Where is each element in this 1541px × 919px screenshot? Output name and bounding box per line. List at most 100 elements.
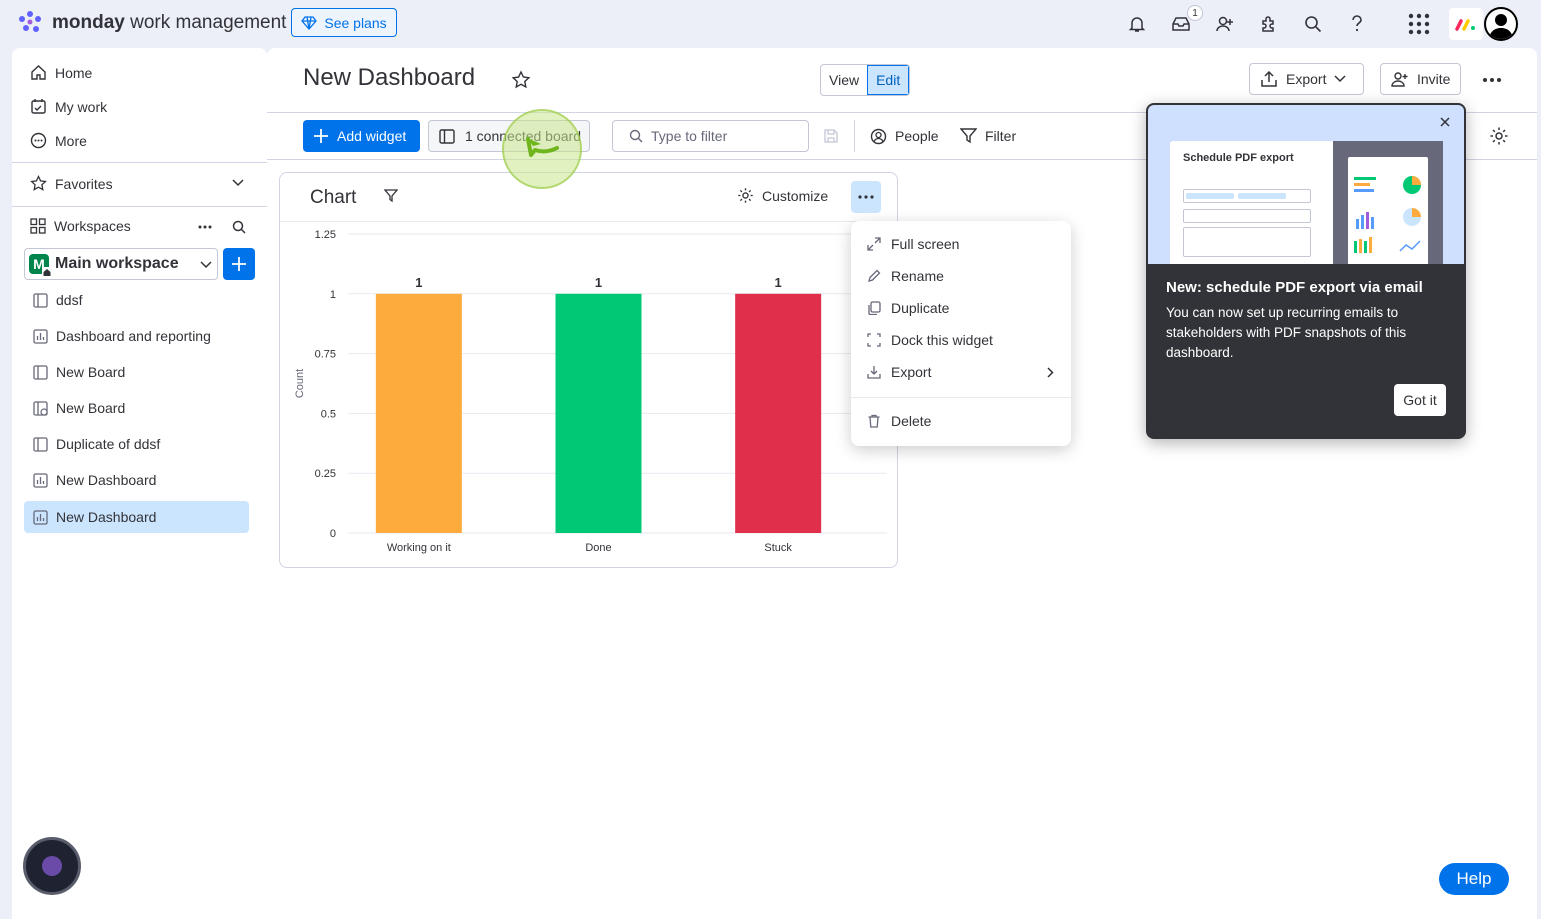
- sidebar-item-new-dashboard[interactable]: New Dashboard: [24, 464, 249, 496]
- ai-assistant-button[interactable]: [23, 837, 81, 895]
- filter-search-input[interactable]: Type to filter: [612, 120, 809, 152]
- duplicate-icon: [868, 301, 881, 315]
- y-tick-label: 0.25: [315, 468, 336, 480]
- more-dots-icon: [858, 195, 874, 199]
- bar: [375, 293, 462, 533]
- sidebar-item-new-board-2[interactable]: New Board: [24, 392, 249, 424]
- workspaces-label: Workspaces: [54, 218, 131, 234]
- menu-item-export[interactable]: Export: [867, 356, 1057, 388]
- download-icon: [867, 366, 881, 379]
- filter-button[interactable]: Filter: [960, 120, 1016, 152]
- menu-item-label: Rename: [891, 268, 944, 284]
- search-icon[interactable]: [1300, 11, 1326, 37]
- upload-icon: [1261, 71, 1277, 87]
- user-avatar[interactable]: [1484, 7, 1518, 41]
- help-button[interactable]: Help: [1439, 863, 1509, 895]
- connected-boards-button[interactable]: 1 connected board: [428, 120, 590, 152]
- menu-item-rename[interactable]: Rename: [867, 260, 944, 292]
- filter-funnel-icon: [960, 128, 977, 144]
- workspaces-more-icon[interactable]: [198, 225, 212, 229]
- menu-item-full-screen[interactable]: Full screen: [867, 228, 959, 260]
- widget-menu-button[interactable]: [851, 181, 881, 213]
- add-workspace-item-button[interactable]: [223, 248, 255, 280]
- mini-charts-icon: [1354, 176, 1421, 253]
- add-widget-button[interactable]: Add widget: [303, 120, 420, 152]
- customize-label: Customize: [762, 187, 829, 204]
- save-filter-icon[interactable]: [823, 128, 839, 144]
- menu-item-label: Dock this widget: [891, 332, 993, 348]
- nav-more-label: More: [55, 132, 87, 149]
- chart-widget: Chart Customize 0 0.25 0.5 0.75 1 1.25 Count 1 W…: [279, 172, 898, 568]
- board-icon: [439, 128, 455, 144]
- bar: [735, 293, 822, 533]
- export-button[interactable]: Export: [1249, 63, 1364, 95]
- more-options-icon[interactable]: [1482, 68, 1502, 92]
- x-tick-label: Done: [585, 542, 611, 554]
- left-sidebar: Home My work More Favorites Workspaces M…: [12, 48, 267, 919]
- monday-product-logo[interactable]: [1449, 8, 1483, 40]
- workspaces-search-icon[interactable]: [232, 220, 246, 234]
- home-small-icon: [42, 267, 52, 277]
- pencil-icon: [868, 269, 881, 282]
- board-shared-icon: [33, 400, 48, 416]
- workspace-selector[interactable]: M Main workspace: [24, 248, 218, 280]
- x-tick-label: Working on it: [387, 542, 451, 554]
- favorite-star-icon[interactable]: [511, 70, 531, 90]
- illustration-dashboard-page: [1348, 157, 1428, 264]
- nav-more[interactable]: More: [30, 132, 87, 149]
- favorites-section[interactable]: Favorites: [30, 175, 250, 192]
- sidebar-item-label: New Dashboard: [56, 509, 157, 525]
- workspaces-section[interactable]: Workspaces: [30, 218, 250, 234]
- sidebar-item-new-board[interactable]: New Board: [24, 356, 249, 388]
- see-plans-label: See plans: [324, 14, 387, 31]
- menu-item-delete[interactable]: Delete: [867, 405, 931, 437]
- apps-puzzle-icon[interactable]: [1256, 11, 1282, 37]
- sidebar-item-duplicate-of-ddsf[interactable]: Duplicate of ddsf: [24, 428, 249, 460]
- announcement-body: You can now set up recurring emails to s…: [1166, 305, 1407, 360]
- sidebar-item-ddsf[interactable]: ddsf: [24, 284, 249, 316]
- add-widget-label: Add widget: [337, 128, 407, 144]
- sidebar-item-label: New Board: [56, 364, 126, 380]
- monday-dots-icon: [19, 11, 41, 32]
- filter-label: Filter: [985, 128, 1017, 144]
- nav-home[interactable]: Home: [30, 64, 92, 81]
- people-filter-button[interactable]: People: [870, 120, 939, 152]
- sidebar-item-label: New Board: [56, 400, 126, 416]
- customize-button[interactable]: Customize: [737, 187, 828, 204]
- page-title[interactable]: New Dashboard: [303, 64, 475, 92]
- sidebar-item-label: Dashboard and reporting: [56, 328, 211, 344]
- got-it-button[interactable]: Got it: [1394, 384, 1446, 416]
- sidebar-item-dashboard-and-reporting[interactable]: Dashboard and reporting: [24, 320, 249, 352]
- nav-my-work[interactable]: My work: [30, 98, 107, 115]
- close-icon[interactable]: [1438, 115, 1452, 129]
- sidebar-item-new-dashboard-active[interactable]: New Dashboard: [24, 501, 249, 533]
- plus-icon: [314, 129, 328, 143]
- menu-item-duplicate[interactable]: Duplicate: [867, 292, 949, 324]
- invite-button[interactable]: Invite: [1380, 63, 1461, 95]
- chevron-right-icon: [1047, 367, 1054, 378]
- nav-home-label: Home: [55, 64, 93, 81]
- see-plans-button[interactable]: See plans: [291, 8, 397, 37]
- dashboard-icon: [33, 472, 48, 488]
- edit-mode-button[interactable]: Edit: [867, 65, 910, 95]
- menu-item-label: Full screen: [891, 236, 960, 252]
- workspace-name: Main workspace: [55, 255, 179, 272]
- sidebar-divider: [12, 206, 267, 207]
- menu-item-dock-widget[interactable]: Dock this widget: [867, 324, 993, 356]
- menu-item-label: Delete: [891, 413, 932, 429]
- invite-members-icon[interactable]: [1212, 11, 1238, 37]
- widget-title[interactable]: Chart: [310, 187, 356, 209]
- notifications-bell-icon[interactable]: [1124, 11, 1150, 37]
- apps-grid-icon[interactable]: [1406, 11, 1432, 37]
- view-mode-button[interactable]: View: [821, 65, 867, 95]
- board-icon: [33, 436, 48, 452]
- announcement-title: New: schedule PDF export via email: [1166, 279, 1423, 296]
- monday-logo[interactable]: monday work management: [16, 10, 286, 36]
- y-tick-label: 0.5: [321, 408, 336, 420]
- dashboard-settings-icon[interactable]: [1489, 126, 1509, 146]
- help-question-icon[interactable]: [1344, 11, 1370, 37]
- illustration-title: Schedule PDF export: [1183, 152, 1294, 164]
- plus-icon: [232, 257, 246, 271]
- widget-filter-icon[interactable]: [384, 189, 398, 203]
- chevron-down-icon[interactable]: [232, 179, 244, 187]
